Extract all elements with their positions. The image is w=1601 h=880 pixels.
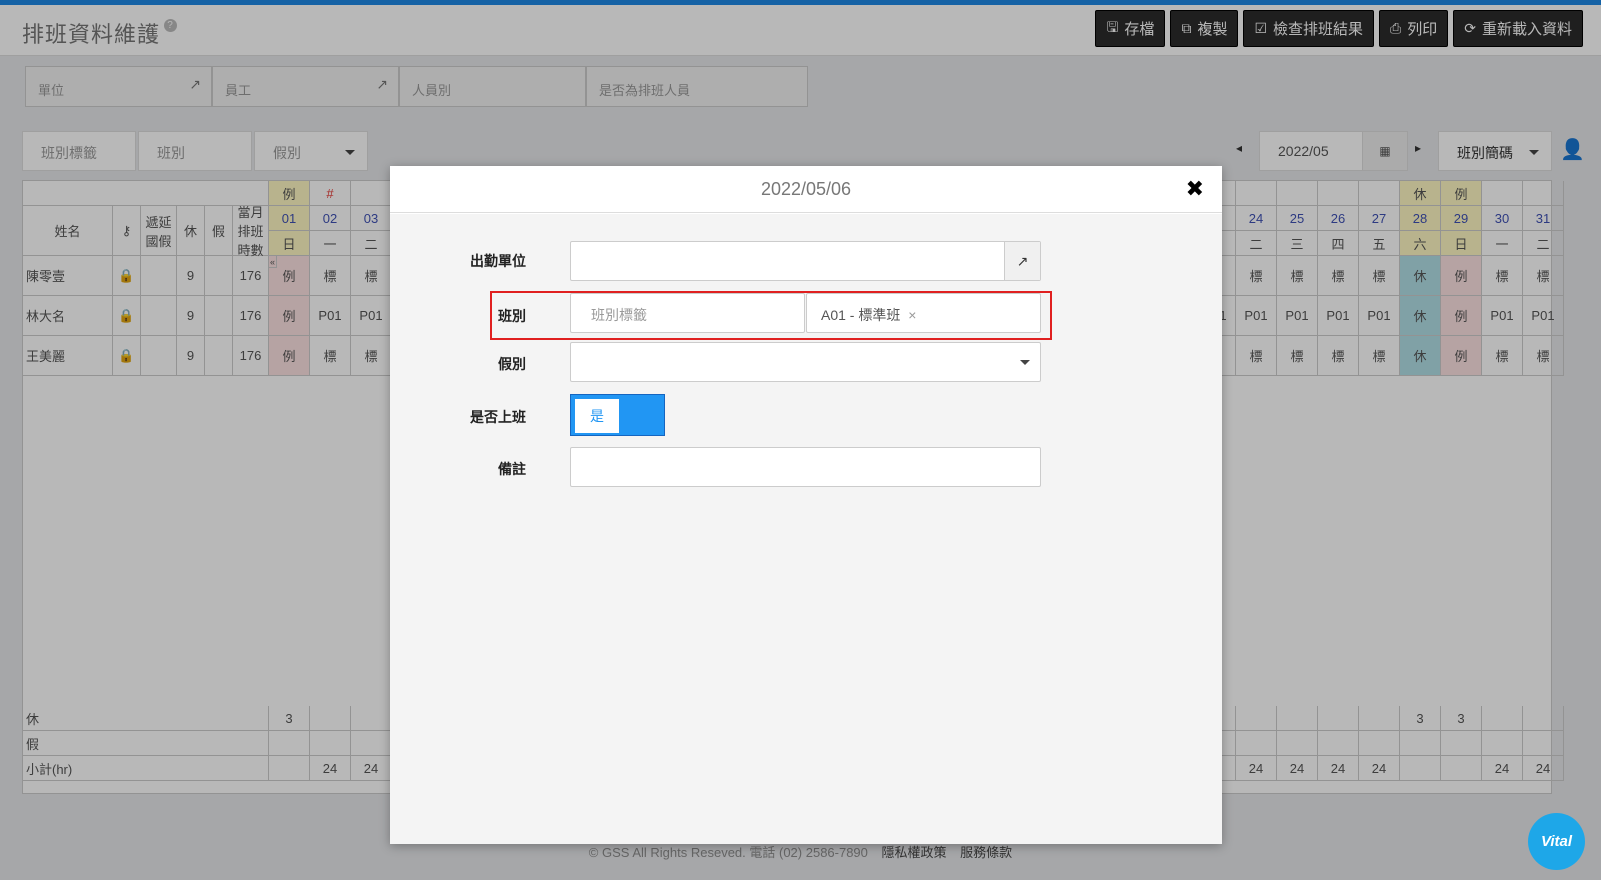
note-field[interactable] <box>570 447 1041 487</box>
note-label: 備註 <box>498 461 526 477</box>
work-label: 是否上班 <box>470 409 526 425</box>
unit-field[interactable]: ↗ <box>570 241 1041 281</box>
modal-header: 2022/05/06 ✖ <box>390 166 1222 213</box>
work-toggle[interactable]: 是 <box>570 394 665 436</box>
shift-tag-input[interactable]: 班別標籤 <box>570 293 805 333</box>
leave-field[interactable] <box>570 342 1041 382</box>
shift-label: 班別 <box>498 308 526 324</box>
modal-body: 出勤單位 ↗ 班別 班別標籤 A01 - 標準班 × 假別 是否上班 是 備註 <box>390 214 1222 844</box>
chevron-down-icon <box>1020 360 1030 365</box>
day-edit-modal: 2022/05/06 ✖ 出勤單位 ↗ 班別 班別標籤 A01 - 標準班 × … <box>390 166 1222 844</box>
modal-title: 2022/05/06 <box>760 179 852 199</box>
unit-label: 出勤單位 <box>470 253 526 269</box>
footer: © GSS All Rights Reseved. 電話 (02) 2586-7… <box>588 845 1013 860</box>
vital-badge[interactable]: Vital <box>1528 813 1585 870</box>
leave-label: 假別 <box>498 356 526 372</box>
terms-link[interactable]: 服務條款 <box>960 845 1012 860</box>
external-link-icon[interactable]: ↗ <box>1004 242 1040 280</box>
remove-icon[interactable]: × <box>908 307 916 323</box>
shift-value-select[interactable]: A01 - 標準班 × <box>806 293 1041 333</box>
close-icon[interactable]: ✖ <box>1186 176 1204 202</box>
privacy-link[interactable]: 隱私權政策 <box>882 845 947 860</box>
